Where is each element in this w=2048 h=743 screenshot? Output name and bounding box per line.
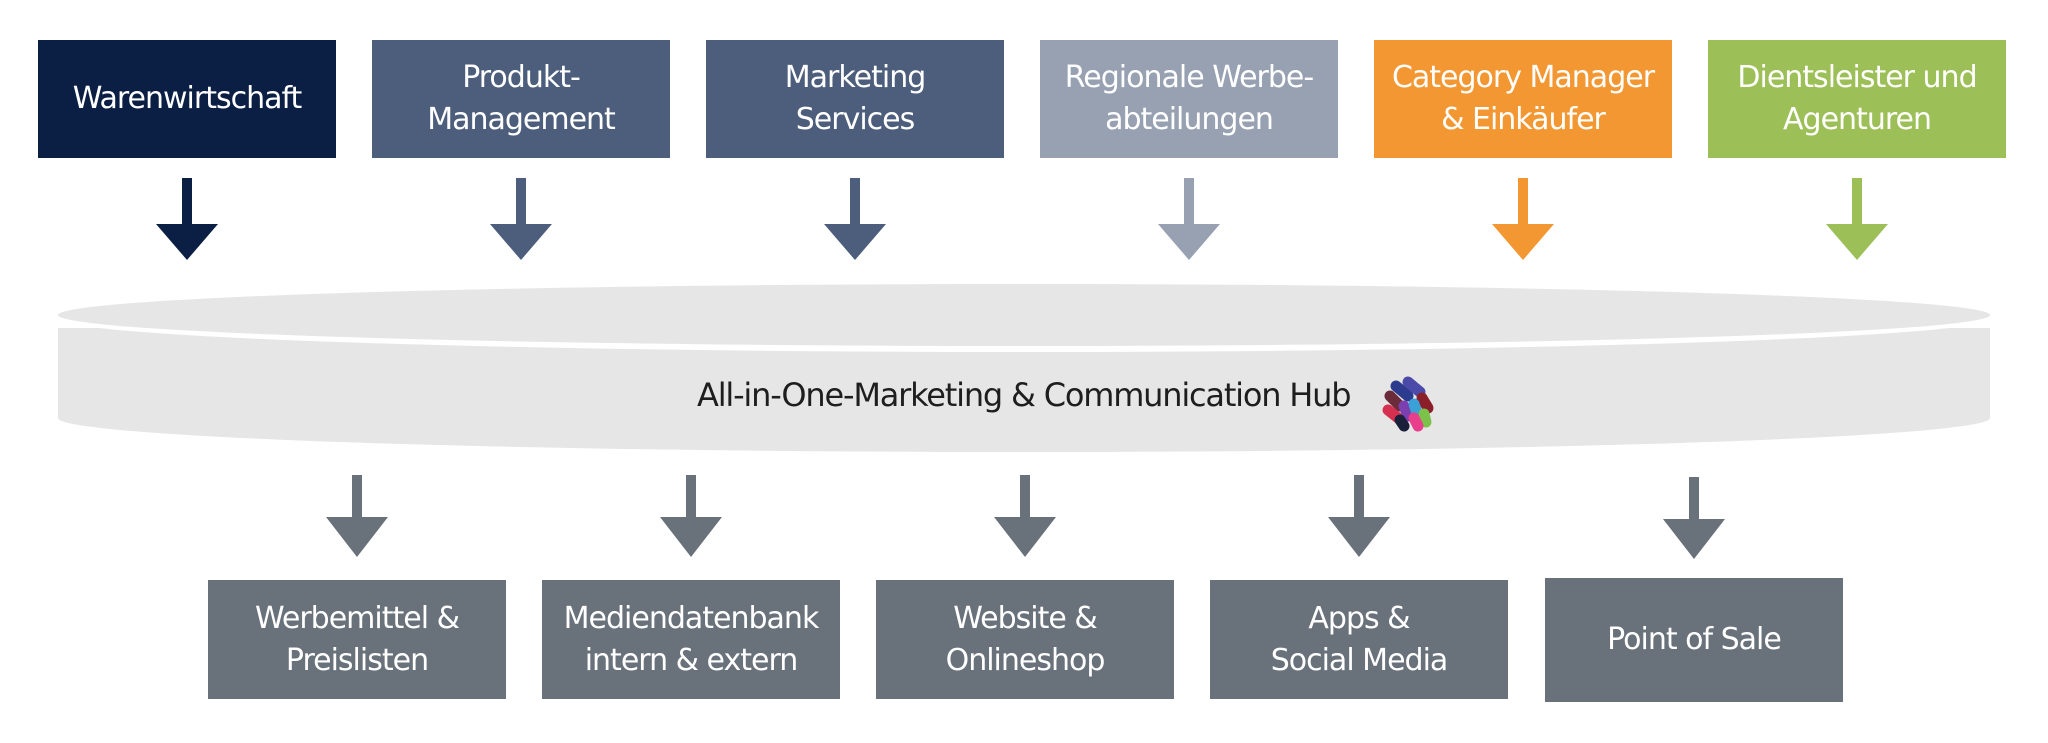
source-box-dienstleister: Dientsleister und Agenturen	[1708, 40, 2006, 158]
source-label: Category Manager & Einkäufer	[1391, 60, 1655, 137]
arrow-down-icon	[156, 178, 218, 260]
arrow-down-icon	[1492, 178, 1554, 260]
output-label: Mediendatenbank intern & extern	[563, 600, 820, 678]
source-box-marketing-services: Marketing Services	[706, 40, 1004, 158]
output-box-point-of-sale: Point of Sale	[1545, 578, 1843, 702]
output-label: Apps & Social Media	[1270, 600, 1449, 678]
output-box-mediendatenbank: Mediendatenbank intern & extern	[542, 580, 840, 699]
arrow-down-icon	[1826, 178, 1888, 260]
arrow-down-icon	[326, 475, 388, 557]
source-label: Marketing Services	[784, 60, 927, 137]
output-label: Point of Sale	[1607, 622, 1782, 657]
output-box-werbemittel: Werbemittel & Preislisten	[208, 580, 506, 699]
source-box-produkt-management: Produkt- Management	[372, 40, 670, 158]
source-label: Regionale Werbe- abteilungen	[1064, 60, 1314, 137]
arrow-down-icon	[994, 475, 1056, 557]
arrow-down-icon	[660, 475, 722, 557]
arrow-down-icon	[824, 178, 886, 260]
hub-title: All-in-One-Marketing & Communication Hub	[697, 376, 1352, 414]
output-label: Werbemittel & Preislisten	[254, 600, 460, 678]
source-box-warenwirtschaft: Warenwirtschaft	[38, 40, 336, 158]
source-label: Dientsleister und Agenturen	[1737, 60, 1977, 137]
hub-disc	[56, 284, 1992, 452]
source-box-category-manager: Category Manager & Einkäufer	[1374, 40, 1672, 158]
source-box-regionale-werbeabteilungen: Regionale Werbe- abteilungen	[1040, 40, 1338, 158]
source-label: Warenwirtschaft	[72, 81, 303, 116]
output-box-apps-social: Apps & Social Media	[1210, 580, 1508, 699]
arrow-down-icon	[1328, 475, 1390, 557]
output-label: Website & Onlineshop	[945, 600, 1106, 678]
molecule-network-icon	[1382, 376, 1434, 432]
source-label: Produkt- Management	[427, 60, 616, 137]
arrow-down-icon	[1663, 477, 1725, 559]
output-box-website: Website & Onlineshop	[876, 580, 1174, 699]
arrow-down-icon	[1158, 178, 1220, 260]
arrow-down-icon	[490, 178, 552, 260]
